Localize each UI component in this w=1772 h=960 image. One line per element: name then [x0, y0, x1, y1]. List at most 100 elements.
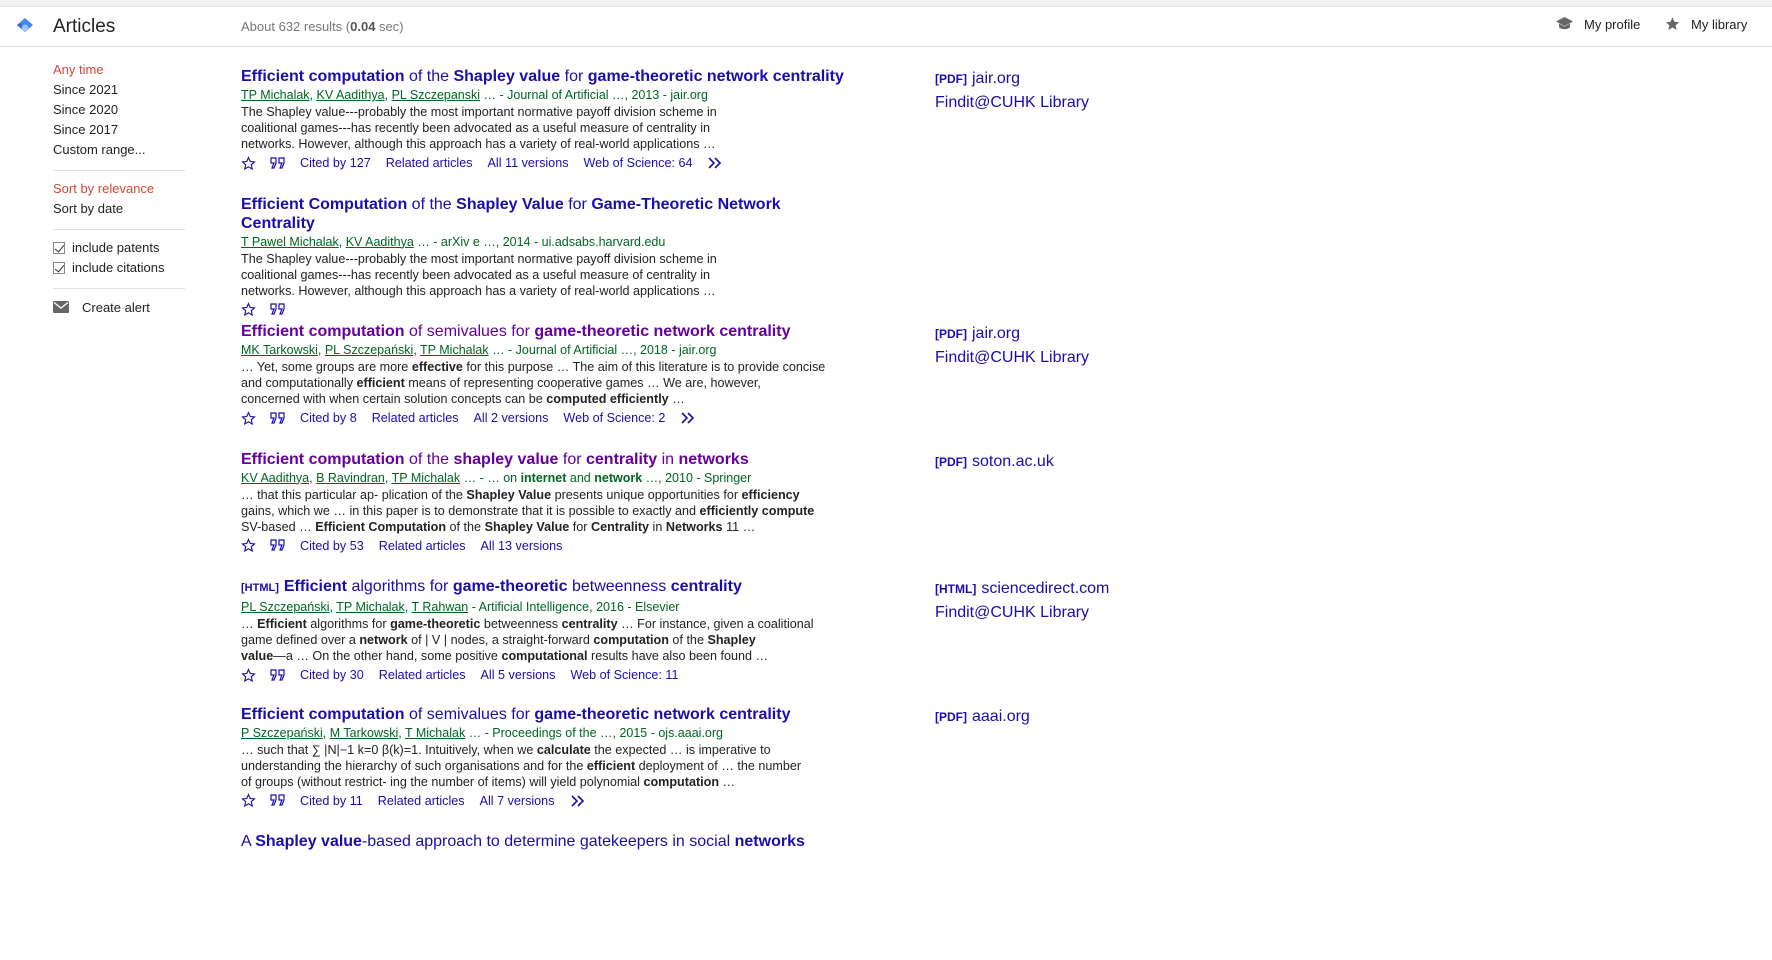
- author-link[interactable]: B Ravindran: [316, 471, 385, 485]
- result-title-link[interactable]: Efficient computation of semivalues for …: [241, 322, 846, 341]
- results-count: About 632 results (0.04 sec): [241, 19, 404, 34]
- result-snippet: … Yet, some groups are more effective fo…: [241, 360, 826, 406]
- author-link[interactable]: TP Michalak: [420, 343, 489, 357]
- filter-since-2020[interactable]: Since 2020: [53, 100, 185, 120]
- result-action-link[interactable]: Cited by 53: [300, 539, 364, 553]
- cite-button[interactable]: [270, 411, 286, 425]
- author-link[interactable]: PL Szczepanski: [392, 88, 480, 102]
- quote-icon: [270, 539, 285, 551]
- result-action-link[interactable]: Related articles: [378, 794, 465, 808]
- result-action-link[interactable]: All 5 versions: [481, 668, 556, 682]
- author-link[interactable]: TP Michalak: [336, 600, 405, 614]
- page-title: Articles: [53, 16, 116, 37]
- divider: [53, 288, 185, 289]
- result-action-link[interactable]: All 2 versions: [474, 411, 549, 425]
- my-library-button[interactable]: My library: [1664, 16, 1747, 32]
- author-link[interactable]: T Rahwan: [412, 600, 469, 614]
- star-outline-icon: [241, 793, 256, 808]
- scholar-logo-icon[interactable]: [16, 17, 34, 40]
- author-link[interactable]: KV Aadithya: [317, 88, 385, 102]
- more-button[interactable]: [570, 794, 586, 807]
- search-result: Efficient computation of semivalues for …: [241, 705, 846, 833]
- author-link[interactable]: TP Michalak: [392, 471, 461, 485]
- fulltext-link[interactable]: [PDF] aaai.org: [935, 705, 1135, 729]
- save-button[interactable]: [241, 667, 256, 683]
- save-button[interactable]: [241, 793, 256, 808]
- fulltext-link[interactable]: Findit@CUHK Library: [935, 601, 1135, 624]
- result-action-link[interactable]: Web of Science: 2: [563, 411, 665, 425]
- fulltext-link[interactable]: Findit@CUHK Library: [935, 91, 1135, 114]
- result-action-link[interactable]: All 11 versions: [488, 156, 569, 170]
- author-link[interactable]: M Tarkowski: [330, 726, 399, 740]
- checkbox-checked: [53, 262, 65, 274]
- author-link[interactable]: PL Szczepański: [241, 600, 329, 614]
- quote-icon: [270, 303, 285, 315]
- fulltext-link[interactable]: Findit@CUHK Library: [935, 346, 1135, 369]
- result-action-link[interactable]: Related articles: [379, 539, 466, 553]
- result-title-link[interactable]: Efficient Computation of the Shapley Val…: [241, 195, 846, 233]
- filter-any-time[interactable]: Any time: [53, 60, 185, 80]
- cite-button[interactable]: [270, 303, 286, 316]
- save-button[interactable]: [241, 410, 256, 426]
- include-citations-checkbox[interactable]: include citations: [53, 258, 185, 278]
- save-button[interactable]: [241, 538, 256, 553]
- author-link[interactable]: TP Michalak: [241, 88, 310, 102]
- author-link[interactable]: KV Aadithya: [241, 471, 309, 485]
- filter-since-2021[interactable]: Since 2021: [53, 80, 185, 100]
- results-list: Efficient computation of the Shapley val…: [241, 67, 846, 960]
- fulltext-link[interactable]: [HTML] sciencedirect.com: [935, 577, 1135, 601]
- result-title-link[interactable]: Efficient computation of the Shapley val…: [241, 67, 846, 86]
- more-button[interactable]: [707, 157, 723, 169]
- cite-button[interactable]: [270, 539, 286, 552]
- author-link[interactable]: MK Tarkowski: [241, 343, 318, 357]
- filter-since-2017[interactable]: Since 2017: [53, 120, 185, 140]
- result-action-link[interactable]: Cited by 127: [300, 156, 371, 170]
- result-actions: [241, 302, 846, 318]
- create-alert-button[interactable]: Create alert: [53, 297, 185, 317]
- result-actions: Cited by 11 Related articles All 7 version…: [241, 793, 846, 809]
- result-side-links: [HTML] sciencedirect.com Findit@CUHK Libra…: [935, 577, 1135, 624]
- result-title-link[interactable]: Efficient computation of the shapley val…: [241, 450, 846, 469]
- author-link[interactable]: PL Szczepański: [325, 343, 413, 357]
- html-tag: [HTML]: [241, 582, 279, 594]
- cite-button[interactable]: [270, 668, 286, 682]
- sort-by-relevance[interactable]: Sort by relevance: [53, 179, 185, 199]
- result-action-link[interactable]: Web of Science: 64: [584, 156, 693, 170]
- result-action-link[interactable]: Cited by 8: [300, 411, 357, 425]
- result-action-link[interactable]: Related articles: [386, 156, 473, 170]
- result-snippet: … such that ∑ |N|−1 k=0 β(k)=1. Intuitiv…: [241, 742, 802, 789]
- result-action-link[interactable]: Related articles: [379, 668, 466, 682]
- cite-button[interactable]: [270, 156, 286, 170]
- save-button[interactable]: [241, 155, 256, 171]
- cite-button[interactable]: [270, 794, 286, 807]
- include-patents-checkbox[interactable]: include patents: [53, 238, 185, 258]
- result-side-links: [PDF] jair.org Findit@CUHK Library: [935, 67, 1135, 114]
- result-authors: KV Aadithya, B Ravindran, TP Michalak … …: [241, 470, 752, 485]
- save-button[interactable]: [241, 302, 256, 317]
- result-action-link[interactable]: Cited by 30: [300, 668, 364, 682]
- more-button[interactable]: [680, 412, 696, 424]
- author-link[interactable]: P Szczepański: [241, 726, 323, 740]
- quote-icon: [270, 794, 285, 806]
- result-side-links: [PDF] jair.org Findit@CUHK Library: [935, 322, 1135, 369]
- result-title-link[interactable]: Efficient computation of semivalues for …: [241, 705, 846, 724]
- author-link[interactable]: T Michalak: [405, 726, 465, 740]
- result-title-link[interactable]: [HTML] Efficient algorithms for game-theo…: [241, 577, 846, 598]
- result-action-link[interactable]: Related articles: [372, 411, 459, 425]
- fulltext-link[interactable]: [PDF] jair.org: [935, 322, 1135, 346]
- fulltext-link[interactable]: [PDF] soton.ac.uk: [935, 450, 1135, 474]
- file-type-tag: [PDF]: [935, 454, 967, 469]
- author-link[interactable]: T Pawel Michalak: [241, 235, 339, 249]
- result-action-link[interactable]: All 7 versions: [480, 794, 555, 808]
- result-title-link[interactable]: A Shapley value-based approach to determ…: [241, 832, 846, 851]
- result-action-link[interactable]: Cited by 11: [300, 794, 363, 808]
- filter-custom-range[interactable]: Custom range...: [53, 140, 185, 160]
- result-authors: PL Szczepański, TP Michalak, T Rahwan - …: [241, 600, 680, 614]
- author-link[interactable]: KV Aadithya: [346, 235, 414, 249]
- star-outline-icon: [241, 410, 256, 425]
- result-action-link[interactable]: All 13 versions: [481, 539, 563, 553]
- sort-by-date[interactable]: Sort by date: [53, 199, 185, 219]
- fulltext-link[interactable]: [PDF] jair.org: [935, 67, 1135, 91]
- my-profile-button[interactable]: My profile: [1555, 16, 1640, 32]
- result-action-link[interactable]: Web of Science: 11: [570, 668, 678, 682]
